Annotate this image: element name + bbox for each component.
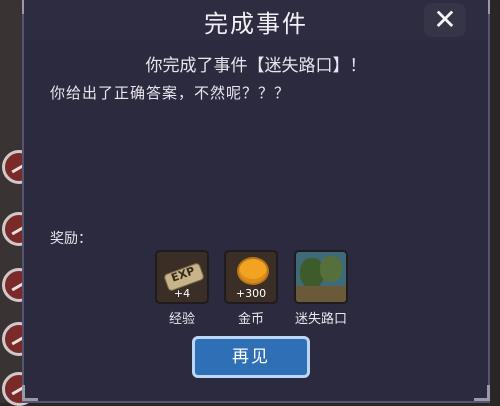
close-button[interactable]: ✕ xyxy=(424,3,466,37)
corner-decor xyxy=(22,385,38,401)
reward-name: 经验 xyxy=(168,312,195,327)
reward-name: 金币 xyxy=(237,312,264,327)
event-complete-dialog: 完成事件 ✕ 你完成了事件【迷失路口】！ 你给出了正确答案，不然呢？？？ 奖励：… xyxy=(22,0,490,403)
title-bar: 完成事件 ✕ xyxy=(24,0,488,40)
event-scene-icon xyxy=(294,250,348,304)
reward-count: +4 xyxy=(173,287,191,300)
event-subtitle: 你完成了事件【迷失路口】！ xyxy=(145,56,367,76)
reward-label: 奖励： xyxy=(50,231,92,247)
dialog-title: 完成事件 xyxy=(204,10,308,38)
reward-count: +300 xyxy=(235,287,267,300)
close-icon: ✕ xyxy=(433,3,457,36)
gold-coin-icon: +300 xyxy=(224,250,278,304)
reward-name: 迷失路口 xyxy=(294,312,347,327)
event-description: 你给出了正确答案，不然呢？？？ xyxy=(50,84,291,102)
reward-item-exp[interactable]: EXP +4 经验 xyxy=(154,250,210,327)
goodbye-button[interactable]: 再见 xyxy=(192,336,310,378)
reward-item-gold[interactable]: +300 金币 xyxy=(223,250,279,327)
exp-scroll-icon: EXP +4 xyxy=(155,250,209,304)
reward-item-event-card[interactable]: 迷失路口 xyxy=(293,250,349,327)
corner-decor xyxy=(474,385,490,401)
